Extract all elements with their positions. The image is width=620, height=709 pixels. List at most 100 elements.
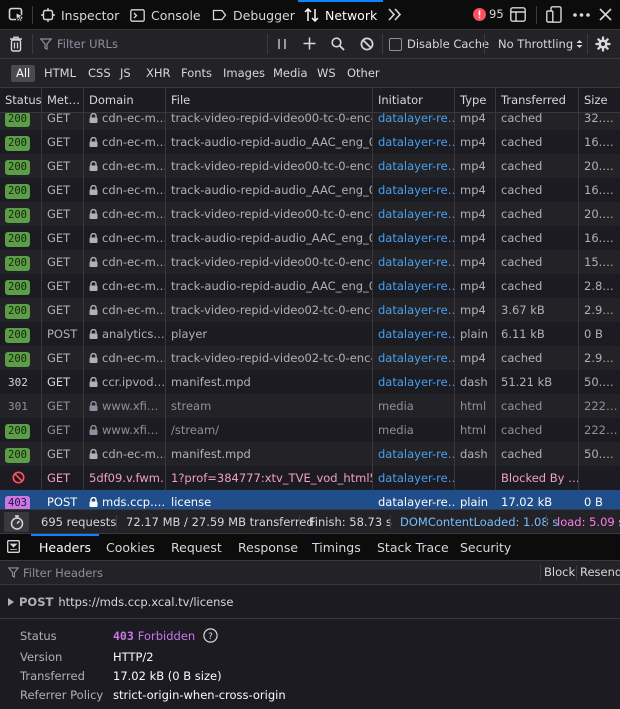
- column-status[interactable]: Status: [0, 88, 42, 113]
- cell-type: plain: [455, 322, 496, 346]
- cell-type: mp4: [455, 250, 496, 274]
- type-filter-media[interactable]: Media: [268, 65, 313, 82]
- tab-cookies[interactable]: Cookies: [106, 534, 155, 561]
- dock-layout-icon[interactable]: [510, 7, 526, 22]
- tab-debugger[interactable]: Debugger: [212, 0, 295, 30]
- type-filter-js[interactable]: JS: [115, 65, 136, 82]
- table-row[interactable]: 200 GET cdn-ec-m… track-video-repid-video00…: [0, 202, 620, 226]
- inspector-icon: [41, 8, 55, 22]
- cell-domain: cdn-ec-m…: [84, 154, 166, 178]
- table-row[interactable]: 200 GET cdn-ec-m… track-audio-repid-audio_A…: [0, 178, 620, 202]
- help-icon[interactable]: ?: [203, 628, 218, 643]
- column-method[interactable]: Met…: [42, 88, 84, 113]
- table-row[interactable]: 200 POST analytics.… player datalayer-re… pla…: [0, 322, 620, 346]
- table-row[interactable]: GET 5df09.v.fwm… 1?prof=384777:xtv_TVE_vod…: [0, 466, 620, 490]
- type-filter-xhr[interactable]: XHR: [141, 65, 176, 82]
- type-filter-ws[interactable]: WS: [312, 65, 341, 82]
- toggle-sidebar-icon[interactable]: [7, 540, 20, 553]
- tab-debugger-label: Debugger: [233, 7, 295, 23]
- throttling-value: No Throttling: [498, 37, 574, 51]
- type-filter-images[interactable]: Images: [218, 65, 270, 82]
- column-file[interactable]: File: [166, 88, 373, 113]
- request-count: 695 requests: [41, 515, 117, 529]
- more-options-icon[interactable]: [573, 13, 590, 17]
- filter-headers-input[interactable]: Filter Headers: [8, 561, 358, 584]
- responsive-design-icon[interactable]: [546, 6, 562, 23]
- checkbox-box[interactable]: [389, 37, 402, 51]
- tab-request[interactable]: Request: [171, 534, 222, 561]
- table-row[interactable]: 200 GET cdn-ec-m… manifest.mpd datalayer-re……: [0, 442, 620, 466]
- error-icon[interactable]: [473, 8, 486, 21]
- lock-icon: [89, 353, 98, 363]
- type-filter-css[interactable]: CSS: [83, 65, 116, 82]
- cell-size: 0 B: [584, 495, 603, 509]
- type-filter-all[interactable]: All: [11, 65, 36, 82]
- tab-stack-trace[interactable]: Stack Trace: [377, 534, 449, 561]
- element-picker-icon[interactable]: [8, 7, 25, 23]
- domain-text: mds.ccp.…: [102, 495, 166, 509]
- cell-initiator: datalayer-re…: [373, 298, 455, 322]
- throttling-select[interactable]: No Throttling: [498, 30, 583, 58]
- table-row[interactable]: 200 GET www.xfi… /stream/media html cached 222…: [0, 418, 620, 442]
- table-row[interactable]: 302 GET ccr.ipvod… manifest.mpd datalayer-re…: [0, 370, 620, 394]
- table-row[interactable]: 200 GET cdn-ec-m… track-video-repid-video02…: [0, 346, 620, 370]
- cell-size: 20.…: [584, 159, 614, 173]
- tab-inspector[interactable]: Inspector: [41, 0, 119, 30]
- cell-method: GET: [42, 370, 84, 394]
- block-button[interactable]: Block: [544, 565, 575, 579]
- add-request-icon[interactable]: [303, 37, 316, 50]
- domain-text: cdn-ec-m…: [102, 135, 166, 149]
- table-row[interactable]: 301 GET www.xfi… stream media html cached 222…: [0, 394, 620, 418]
- table-row[interactable]: 200 GET cdn-ec-m… track-video-repid-video00…: [0, 154, 620, 178]
- column-domain[interactable]: Domain: [84, 88, 166, 113]
- lock-icon: [89, 305, 98, 315]
- request-summary-toggle[interactable]: POST https://mds.ccp.xcal.tv/license: [8, 595, 233, 609]
- cell-method: GET: [42, 178, 84, 202]
- tab-console[interactable]: Console: [130, 0, 201, 30]
- type-filter-other[interactable]: Other: [342, 65, 385, 82]
- status-badge: 200: [5, 256, 30, 271]
- table-row[interactable]: 200 GET cdn-ec-m… track-audio-repid-audio_A…: [0, 226, 620, 250]
- lock-icon: [89, 233, 98, 243]
- close-icon[interactable]: [599, 8, 612, 21]
- tab-response[interactable]: Response: [238, 534, 298, 561]
- column-type[interactable]: Type: [455, 88, 496, 113]
- cell-initiator: datalayer-re…: [373, 154, 455, 178]
- tab-security[interactable]: Security: [460, 534, 511, 561]
- cell-domain: cdn-ec-m…: [84, 274, 166, 298]
- column-transferred[interactable]: Transferred: [496, 88, 579, 113]
- tab-timings[interactable]: Timings: [312, 534, 361, 561]
- tab-headers[interactable]: Headers: [30, 534, 100, 561]
- cell-size: 20.…: [584, 207, 614, 221]
- pause-icon[interactable]: [277, 38, 287, 50]
- table-row[interactable]: 200 GET cdn-ec-m… track-video-repid-video00…: [0, 250, 620, 274]
- tab-network[interactable]: Network: [297, 0, 384, 30]
- cell-initiator: media: [373, 394, 455, 418]
- cell-file: track-audio-repid-audio_AAC_eng_02_fa: [166, 274, 373, 298]
- block-requests-icon[interactable]: [360, 37, 374, 51]
- domain-text: cdn-ec-m…: [102, 255, 166, 269]
- disable-cache-checkbox[interactable]: Disable Cache: [389, 30, 489, 58]
- cell-status: 200: [0, 442, 42, 466]
- table-row-selected[interactable]: 403 POST mds.ccp.… license datalayer-re… plai…: [0, 490, 620, 509]
- filter-urls-input[interactable]: Filter URLs: [40, 30, 265, 58]
- cell-type: [455, 466, 496, 490]
- table-row[interactable]: 200 GET cdn-ec-m… track-audio-repid-audio_A…: [0, 130, 620, 154]
- more-tools-chevron-icon[interactable]: [388, 8, 402, 21]
- table-row[interactable]: 200 GET cdn-ec-m… track-audio-repid-audio_A…: [0, 274, 620, 298]
- table-row[interactable]: 200 GET cdn-ec-m… track-video-repid-video02…: [0, 298, 620, 322]
- column-size[interactable]: Size: [579, 88, 620, 113]
- table-row[interactable]: 200 GET cdn-ec-m… track-video-repid-video00…: [0, 113, 620, 130]
- cell-size: 16.…: [584, 231, 614, 245]
- type-filter-html[interactable]: HTML: [39, 65, 81, 82]
- type-filter-fonts[interactable]: Fonts: [176, 65, 217, 82]
- resend-button[interactable]: Resend: [580, 565, 620, 579]
- settings-gear-icon[interactable]: [595, 36, 611, 52]
- column-initiator[interactable]: Initiator: [373, 88, 455, 113]
- cell-size: 15.…: [584, 255, 614, 269]
- cell-method: GET: [42, 226, 84, 250]
- trash-icon[interactable]: [9, 36, 23, 52]
- error-count[interactable]: 95: [489, 7, 504, 21]
- performance-stopwatch-icon[interactable]: [4, 512, 29, 532]
- search-icon[interactable]: [331, 37, 345, 51]
